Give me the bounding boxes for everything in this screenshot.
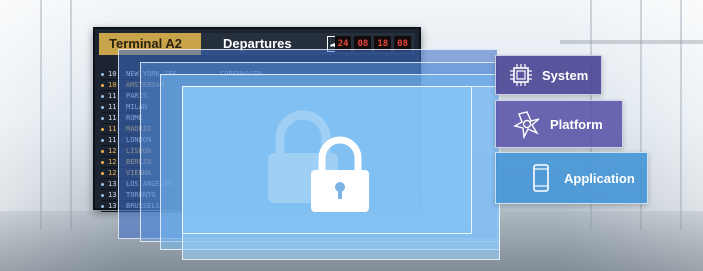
- status-dot-icon: [101, 72, 104, 76]
- platform-card[interactable]: Platform: [495, 100, 623, 148]
- status-dot-icon: [101, 149, 104, 153]
- padlock-icon: [311, 136, 369, 212]
- ceiling-beam: [560, 40, 703, 44]
- system-card[interactable]: System: [495, 55, 602, 95]
- shutter-icon: [513, 111, 540, 139]
- hero-illustration: Terminal A2 Departures 24 08 18 08 10NEW…: [0, 0, 703, 271]
- status-dot-icon: [101, 193, 104, 197]
- status-dot-icon: [101, 83, 104, 87]
- application-card-label: Application: [564, 170, 635, 186]
- smartphone-icon: [533, 164, 549, 192]
- status-dot-icon: [101, 94, 104, 98]
- status-dot-icon: [101, 138, 104, 142]
- application-card[interactable]: Application: [495, 152, 648, 204]
- platform-card-label: Platform: [550, 116, 603, 132]
- status-dot-icon: [101, 160, 104, 164]
- status-dot-icon: [101, 182, 104, 186]
- status-dot-icon: [101, 116, 104, 120]
- chip-icon: [510, 64, 532, 86]
- status-dot-icon: [101, 204, 104, 208]
- status-dot-icon: [101, 171, 104, 175]
- system-card-label: System: [542, 67, 589, 83]
- status-dot-icon: [101, 127, 104, 131]
- status-dot-icon: [101, 105, 104, 109]
